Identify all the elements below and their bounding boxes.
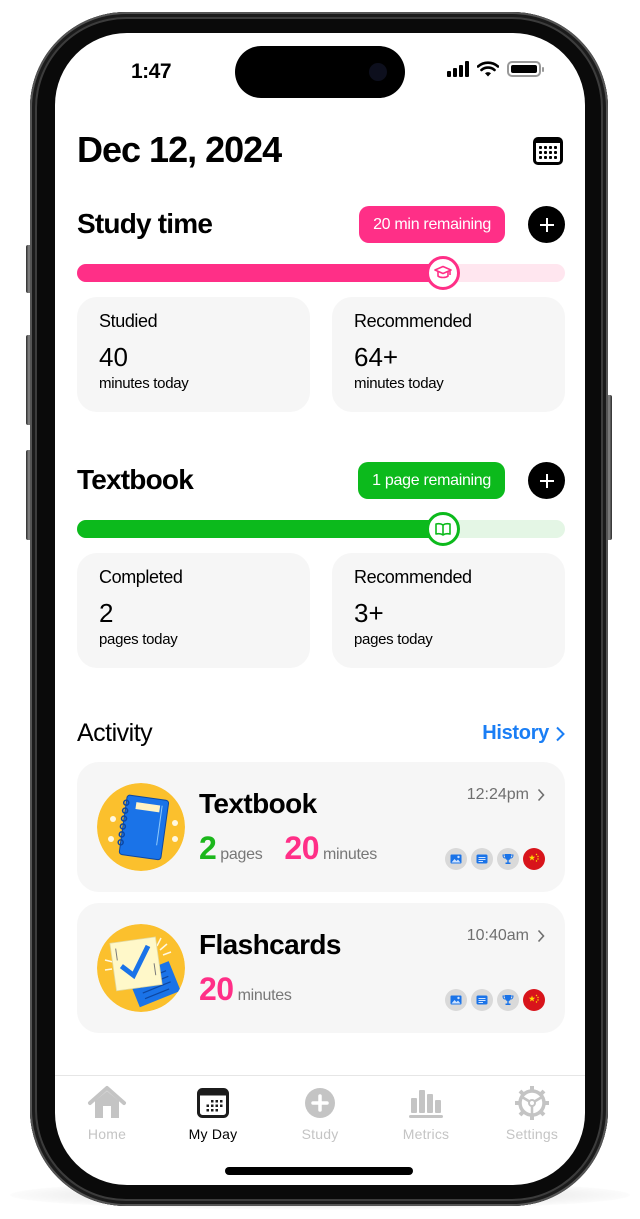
chevron-right-icon xyxy=(556,726,565,741)
tab-label: My Day xyxy=(188,1126,238,1142)
tab-study[interactable]: Study xyxy=(270,1084,370,1142)
chevron-right-icon xyxy=(537,929,545,943)
study-time-progress-knob xyxy=(426,256,460,290)
study-time-remaining-badge: 20 min remaining xyxy=(359,206,505,243)
image-icon xyxy=(445,989,467,1011)
trophy-icon xyxy=(497,989,519,1011)
tab-label: Metrics xyxy=(402,1126,450,1142)
status-bar: 1:47 xyxy=(55,33,585,105)
activity-time: 12:24pm xyxy=(467,786,545,804)
activity-time: 10:40am xyxy=(467,927,545,945)
card-value: 2 xyxy=(99,598,114,628)
add-textbook-button[interactable] xyxy=(528,462,565,499)
calendar-icon xyxy=(197,1088,229,1118)
activity-time-label: 12:24pm xyxy=(466,786,529,803)
activity-tags xyxy=(445,848,545,870)
calendar-button[interactable] xyxy=(533,137,563,165)
minutes-unit: minutes xyxy=(323,846,377,863)
image-icon xyxy=(445,848,467,870)
flashcards-illustration xyxy=(97,924,185,1012)
add-study-time-button[interactable] xyxy=(528,206,565,243)
activity-name: Flashcards xyxy=(199,929,341,960)
chevron-right-icon xyxy=(537,788,545,802)
pages-value: 2 xyxy=(199,830,217,866)
textbook-progress-knob xyxy=(426,512,460,546)
recommended-minutes-card: Recommended 64+ minutes today xyxy=(332,297,565,412)
text-card-icon xyxy=(471,848,493,870)
minutes-value: 20 xyxy=(199,971,234,1007)
wifi-icon xyxy=(477,61,499,77)
china-flag-icon xyxy=(523,989,545,1011)
card-label: Completed xyxy=(99,567,183,587)
activity-time-label: 10:40am xyxy=(466,927,529,944)
activity-header: Activity History xyxy=(77,719,565,753)
date-header: Dec 12, 2024 xyxy=(77,129,565,179)
tab-my-day[interactable]: My Day xyxy=(163,1084,263,1142)
activity-name: Textbook xyxy=(199,788,317,819)
activity-tags xyxy=(445,989,545,1011)
card-value: 40 xyxy=(99,342,128,372)
studied-card: Studied 40 minutes today xyxy=(77,297,310,412)
tab-label: Home xyxy=(87,1126,127,1142)
tab-label: Study xyxy=(301,1126,339,1142)
activity-item-flashcards[interactable]: Flashcards 10:40am 20 minutes xyxy=(77,903,565,1033)
page-title: Dec 12, 2024 xyxy=(77,129,282,170)
card-value: 64+ xyxy=(354,342,399,372)
textbook-progress-fill xyxy=(77,520,443,538)
textbook-progress-bar xyxy=(77,512,565,546)
history-label: History xyxy=(482,722,549,744)
recommended-pages-card: Recommended 3+ pages today xyxy=(332,553,565,668)
textbook-section: Textbook 1 page remaining Completed 2 pa… xyxy=(77,462,565,668)
screen: 1:47 Dec 12, 2024 Study time 20 min rema… xyxy=(55,33,585,1185)
plus-circle-icon xyxy=(305,1088,335,1118)
card-unit: minutes today xyxy=(354,375,444,392)
card-unit: minutes today xyxy=(99,375,189,392)
text-card-icon xyxy=(471,989,493,1011)
textbook-illustration xyxy=(97,783,185,871)
gear-icon xyxy=(515,1086,549,1120)
textbook-remaining-badge: 1 page remaining xyxy=(358,462,505,499)
history-link[interactable]: History xyxy=(482,722,565,745)
open-book-icon xyxy=(435,522,451,536)
pages-unit: pages xyxy=(220,846,263,863)
card-label: Recommended xyxy=(354,567,472,587)
minutes-unit: minutes xyxy=(237,987,292,1004)
card-unit: pages today xyxy=(354,631,433,648)
textbook-title: Textbook xyxy=(77,464,194,495)
tab-settings[interactable]: Settings xyxy=(482,1084,582,1142)
home-icon xyxy=(88,1086,126,1118)
china-flag-icon xyxy=(523,848,545,870)
cellular-signal-icon xyxy=(447,61,469,77)
home-indicator[interactable] xyxy=(225,1167,413,1175)
tab-metrics[interactable]: Metrics xyxy=(376,1084,476,1142)
activity-item-textbook[interactable]: Textbook 12:24pm 2 pages 20 minutes xyxy=(77,762,565,892)
status-time: 1:47 xyxy=(131,60,172,83)
card-unit: pages today xyxy=(99,631,178,648)
study-time-section: Study time 20 min remaining Studied 40 m… xyxy=(77,206,565,412)
study-time-title: Study time xyxy=(77,208,213,239)
tab-label: Settings xyxy=(505,1126,559,1142)
completed-card: Completed 2 pages today xyxy=(77,553,310,668)
bar-chart-icon xyxy=(409,1090,443,1118)
status-icons xyxy=(447,61,544,77)
camera-icon xyxy=(369,63,387,81)
study-time-progress-bar xyxy=(77,256,565,290)
minutes-value: 20 xyxy=(284,830,319,866)
dynamic-island xyxy=(235,46,405,98)
activity-stats: 2 pages 20 minutes xyxy=(199,830,377,867)
tab-home[interactable]: Home xyxy=(57,1084,157,1142)
graduation-cap-icon xyxy=(434,265,452,279)
card-label: Recommended xyxy=(354,311,472,331)
trophy-icon xyxy=(497,848,519,870)
card-value: 3+ xyxy=(354,598,384,628)
study-time-progress-fill xyxy=(77,264,443,282)
activity-stats: 20 minutes xyxy=(199,971,292,1008)
battery-icon xyxy=(507,61,544,77)
card-label: Studied xyxy=(99,311,158,331)
